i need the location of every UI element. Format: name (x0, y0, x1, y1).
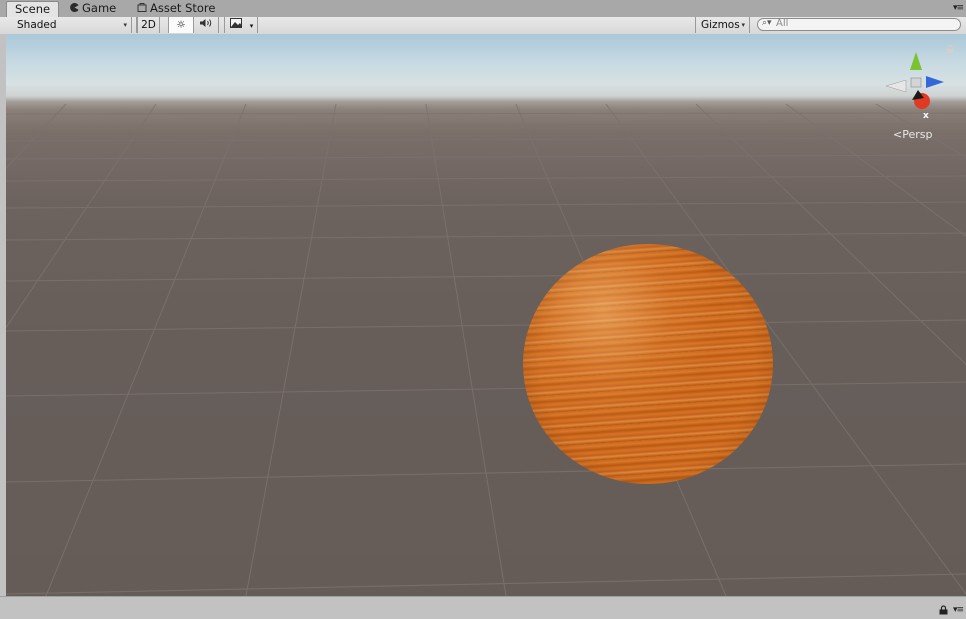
gizmo-z-cone-icon[interactable] (926, 76, 944, 88)
tab-game-label: Game (82, 1, 117, 15)
pacman-icon (70, 2, 79, 17)
gizmos-dropdown[interactable]: Gizmos ▾ (695, 17, 750, 33)
mode-2d-label: 2D (141, 19, 156, 31)
scene-lighting-toggle[interactable]: ☼ (168, 17, 194, 33)
search-icon[interactable]: ⌕▾ (762, 18, 772, 28)
scene-viewport[interactable] (6, 34, 966, 596)
tab-asset-store[interactable]: Asset Store (137, 1, 216, 17)
gizmo-y-cone-icon[interactable] (910, 52, 922, 70)
tab-scene[interactable]: Scene (6, 1, 60, 18)
orientation-gizmo[interactable]: x (878, 42, 950, 122)
tab-game[interactable]: Game (70, 1, 116, 17)
gizmo-x-label: x (923, 111, 929, 121)
scene-effects-toggle[interactable] (224, 17, 246, 33)
wooden-sphere[interactable] (523, 244, 773, 484)
ground-grid (6, 103, 966, 596)
sun-icon: ☼ (176, 19, 186, 31)
lock-icon[interactable] (939, 605, 948, 618)
chevron-down-icon: ▾ (741, 21, 745, 29)
draw-mode-dropdown[interactable]: Shaded ▾ (8, 17, 132, 33)
panel-tab-bar: Scene Game Asset Store ▾≡ (0, 0, 966, 18)
chevron-down-icon: ▾ (249, 22, 254, 30)
search-placeholder: All (776, 18, 789, 29)
gizmo-center-cube-icon[interactable] (910, 77, 922, 88)
store-bag-icon (137, 2, 147, 17)
gizmos-label: Gizmos (701, 19, 740, 31)
speaker-icon (199, 19, 213, 31)
mode-2d-toggle[interactable]: 2D (137, 17, 160, 33)
effects-dropdown[interactable]: ▾ (246, 17, 258, 33)
gizmo-x-cone-icon[interactable] (912, 90, 930, 109)
panel-menu-icon[interactable]: ▾≡ (953, 3, 964, 13)
scene-toolbar: Shaded ▾ 2D ☼ ▾ Gizmos ▾ ⌕▾ All (0, 17, 966, 35)
status-bar: ▾≡ (0, 596, 966, 619)
hierarchy-search-field[interactable]: ⌕▾ All (757, 18, 961, 31)
draw-mode-label: Shaded (17, 19, 57, 31)
image-icon (229, 18, 242, 31)
gizmo-neg-x-cone-icon[interactable] (885, 79, 907, 93)
tab-asset-store-label: Asset Store (150, 1, 216, 15)
chevron-down-icon: ▾ (123, 21, 127, 29)
panel-options-icon[interactable]: ▾≡ (953, 605, 964, 615)
scene-audio-toggle[interactable] (194, 17, 219, 33)
projection-label[interactable]: <Persp (893, 128, 932, 141)
tab-scene-label: Scene (15, 2, 51, 16)
